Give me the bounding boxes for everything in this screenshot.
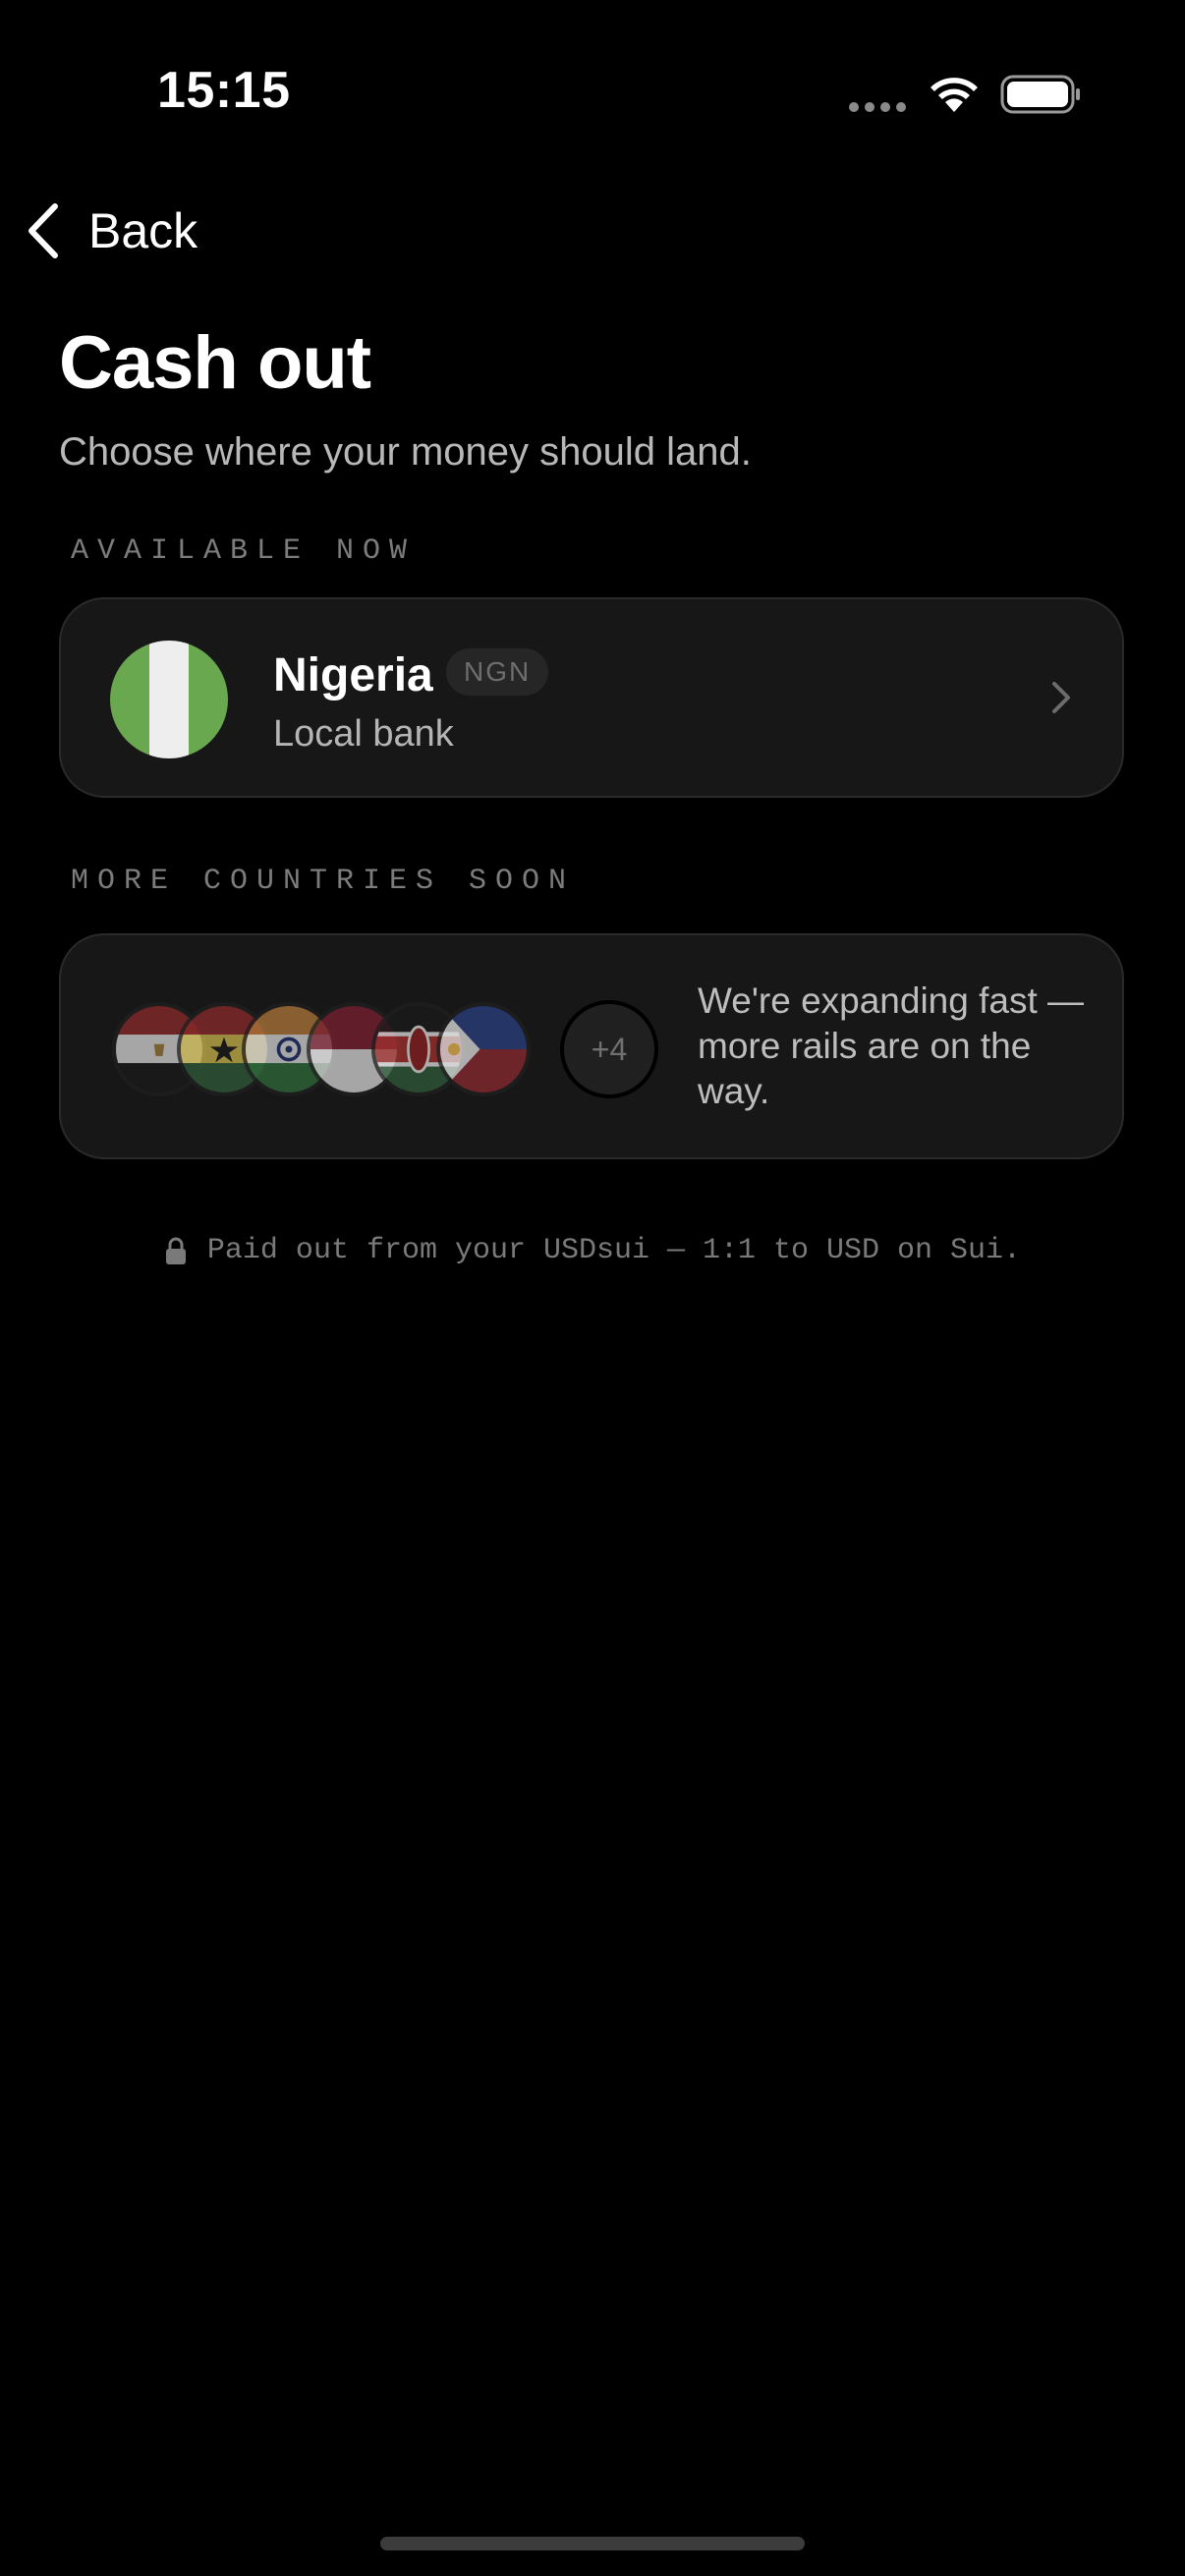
section-label-soon: MORE COUNTRIES SOON xyxy=(71,865,576,898)
battery-icon xyxy=(1000,75,1080,114)
page-title: Cash out xyxy=(59,321,371,405)
currency-badge: NGN xyxy=(446,648,549,696)
chevron-left-icon xyxy=(28,203,58,258)
coming-soon-card: +4 We're expanding fast — more rails are… xyxy=(59,933,1124,1159)
page-subtitle: Choose where your money should land. xyxy=(59,430,752,474)
payout-footnote: Paid out from your USDsui — 1:1 to USD o… xyxy=(0,1234,1185,1267)
home-indicator[interactable] xyxy=(380,2537,805,2550)
back-button[interactable]: Back xyxy=(24,198,198,263)
chevron-right-icon xyxy=(1052,682,1070,713)
nigeria-flag-icon xyxy=(110,641,228,758)
expanding-message: We're expanding fast — more rails are on… xyxy=(698,980,1085,1111)
status-time: 15:15 xyxy=(157,62,291,119)
section-label-available: AVAILABLE NOW xyxy=(71,534,417,568)
payout-method: Local bank xyxy=(273,713,454,755)
cellular-signal-icon xyxy=(849,102,908,116)
more-countries-count: +4 xyxy=(560,1000,658,1098)
footnote-text: Paid out from your USDsui — 1:1 to USD o… xyxy=(206,1234,1022,1267)
country-option-nigeria[interactable]: Nigeria NGN Local bank xyxy=(59,597,1124,798)
country-name: Nigeria xyxy=(273,649,433,701)
lock-icon xyxy=(165,1237,186,1264)
upcoming-flags xyxy=(112,1002,564,1098)
wifi-icon xyxy=(931,78,978,112)
back-label: Back xyxy=(88,203,198,258)
philippines-flag-icon xyxy=(436,1002,531,1096)
